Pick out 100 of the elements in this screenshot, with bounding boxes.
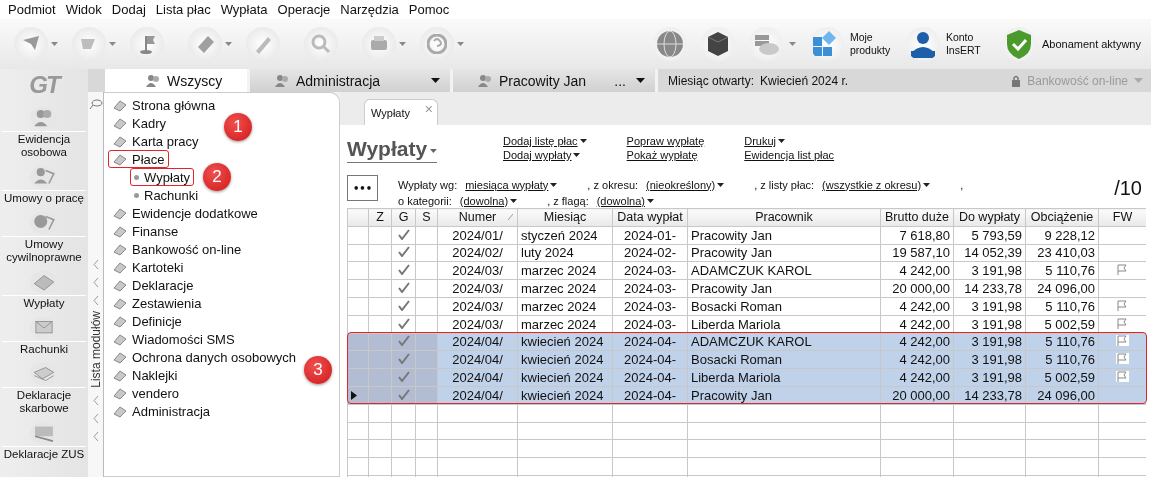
module-shortcut[interactable]: Rachunki — [0, 315, 88, 356]
table-cell: luty 2024 — [521, 245, 574, 261]
tree-item[interactable]: Rachunki — [130, 186, 203, 204]
table-cell: 19 587,10 — [892, 245, 950, 261]
tree-item[interactable]: Finanse — [108, 222, 183, 240]
filter-dropdown[interactable]: (nieokreślony) — [646, 178, 725, 191]
table-cell: Liberda Mariola — [691, 316, 781, 332]
table-row[interactable]: 2024/04/ kwiecień 2024 2024-04- Bosacki Roman 4 242,00 3 191,98 5 110,76 — [347, 350, 1146, 369]
shield-button[interactable]: Abonament aktywny — [1001, 27, 1141, 61]
column-header[interactable]: S — [415, 208, 438, 227]
menu-item[interactable]: Narzędzia — [336, 2, 405, 17]
menu-item[interactable]: Pomoc — [404, 2, 456, 17]
table-cell: marzec 2024 — [521, 281, 597, 297]
module-shortcut[interactable]: Deklaracje ZUS — [0, 420, 88, 461]
table-row[interactable]: 2024/03/ marzec 2024 2024-03- Bosacki Roman 4 242,00 3 191,98 5 110,76 — [347, 297, 1146, 316]
tree-item[interactable]: Ewidencje dodatkowe — [108, 204, 262, 222]
tree-item[interactable]: Zestawienia — [108, 294, 206, 312]
tree-item[interactable]: vendero — [108, 384, 183, 402]
table-cell: 20 000,00 — [892, 281, 950, 297]
module-icon — [112, 350, 127, 364]
tree-item[interactable]: Bankowość on-line — [108, 240, 246, 258]
table-cell: Bosacki Roman — [691, 352, 783, 368]
module-shortcut[interactable]: Umowy cywilnoprawne — [0, 210, 88, 264]
table-cell: 2024/04/ — [452, 370, 503, 386]
column-header[interactable]: Numer — [437, 208, 518, 227]
action-link[interactable]: Pokaż wypłatę — [626, 149, 705, 161]
column-header[interactable]: Z — [368, 208, 392, 227]
context-tab[interactable]: Wszyscy — [105, 69, 250, 92]
module-shortcut[interactable]: Umowy o pracę — [0, 164, 88, 205]
filter-dropdown[interactable]: miesiąca wypłaty — [465, 178, 558, 191]
magnifier-icon — [311, 34, 331, 54]
menu-item[interactable]: Dodaj — [107, 2, 152, 17]
table-cell: 2024-02- — [623, 245, 676, 261]
column-header[interactable]: Data wypłat — [612, 208, 688, 227]
tree-item[interactable]: Naklejki — [108, 366, 182, 384]
action-link[interactable]: Ewidencja list płac — [744, 149, 835, 161]
column-header[interactable]: G — [391, 208, 416, 227]
tree-item[interactable]: Strona główna — [108, 96, 220, 114]
table-cell: 2024/04/ — [452, 352, 503, 368]
table-cell: marzec 2024 — [521, 298, 597, 314]
tree-item[interactable]: Deklaracje — [108, 276, 198, 294]
table-cell: kwiecień 2024 — [521, 387, 604, 403]
table-cell: ADAMCZUK KAROL — [691, 263, 812, 279]
filter-dropdown[interactable]: (dowolna) — [459, 194, 518, 207]
context-tab[interactable]: Administracja — [250, 69, 453, 92]
table-cell: 5 110,76 — [1045, 352, 1095, 368]
module-icon — [112, 278, 127, 292]
column-header[interactable]: Miesiąc — [517, 208, 613, 227]
table-cell: Liberda Mariola — [691, 370, 781, 386]
menu-item[interactable]: Lista płac — [151, 2, 217, 17]
tree-item[interactable]: Karta pracy — [108, 132, 203, 150]
document-tab[interactable]: Wypłaty × — [364, 99, 438, 125]
account-button[interactable]: Konto InsERT — [905, 27, 988, 61]
column-header[interactable]: Do wypłaty — [953, 208, 1026, 227]
tree-item[interactable]: Płace — [108, 150, 169, 168]
menu-item[interactable]: Widok — [61, 2, 108, 17]
table-cell: 4 242,00 — [899, 334, 950, 350]
menu-item[interactable]: Podmiot — [4, 2, 62, 17]
table-row[interactable]: 2024/03/ marzec 2024 2024-03- Pracowity Jan 20 000,00 14 233,78 24 096,00 — [347, 279, 1146, 298]
tree-item[interactable]: Kartoteki — [108, 258, 188, 276]
filter-dropdown[interactable]: (wszystkie z okresu) — [822, 178, 931, 191]
table-cell: 4 242,00 — [899, 370, 950, 386]
module-icon — [112, 206, 127, 220]
action-link[interactable]: Popraw wypłatę — [626, 135, 705, 147]
tree-item[interactable]: Ochrona danych osobowych — [108, 348, 301, 366]
table-cell: 2024/01/ — [452, 227, 503, 243]
table-row[interactable]: 2024/02/ luty 2024 2024-02- Pracowity Jan 19 587,10 14 052,39 23 410,03 — [347, 244, 1146, 262]
action-link[interactable]: Dodaj listę płac — [503, 135, 587, 147]
tree-item[interactable]: Definicje — [108, 312, 186, 330]
filter-dropdown[interactable]: (dowolna) — [596, 194, 654, 207]
action-link[interactable]: Drukuj — [744, 135, 835, 147]
context-tab[interactable]: Pracowity Jan ... — [453, 69, 658, 92]
cloud-button[interactable] — [748, 27, 796, 61]
table-row[interactable]: 2024/01/ styczeń 2024 2024-01- Pracowity Jan 7 618,80 5 793,59 9 228,12 — [347, 226, 1146, 245]
tree-item[interactable]: Wypłaty — [130, 168, 195, 186]
caret-icon — [923, 182, 931, 187]
products-button[interactable]: Moje produkty — [809, 27, 892, 61]
table-row[interactable]: 2024/03/ marzec 2024 2024-03- Liberda Mariola 4 242,00 3 191,98 5 002,59 — [347, 315, 1146, 334]
tree-item[interactable]: Kadry — [108, 114, 170, 132]
column-header[interactable]: Brutto duże — [880, 208, 954, 227]
table-row[interactable]: 2024/03/ marzec 2024 2024-03- ADAMCZUK KAROL 4 242,00 3 191,98 5 110,76 — [347, 261, 1146, 280]
table-row[interactable]: 2024/04/ kwiecień 2024 2024-04- ADAMCZUK KAROL 4 242,00 3 191,98 5 110,76 — [347, 333, 1146, 351]
view-title[interactable]: Wypłaty — [347, 137, 437, 163]
table-row[interactable]: 2024/04/ kwiecień 2024 2024-04- Pracowity Jan 20 000,00 14 233,78 24 096,00 — [347, 386, 1146, 405]
module-shortcut[interactable]: Wypłaty — [0, 269, 88, 310]
bullet-icon — [134, 192, 139, 198]
action-link[interactable]: Dodaj wypłaty — [503, 149, 587, 161]
menu-item[interactable]: Operacje — [273, 2, 337, 17]
module-icon — [112, 332, 127, 346]
tree-item[interactable]: Wiadomości SMS — [108, 330, 239, 348]
tree-item[interactable]: Administracja — [108, 402, 215, 420]
more-button[interactable]: ••• — [347, 175, 378, 201]
menu-item[interactable]: Wypłata — [216, 2, 274, 17]
module-shortcut[interactable]: Deklaracje skarbowe — [0, 361, 88, 415]
column-header[interactable]: Obciążenie — [1025, 208, 1099, 227]
table-row[interactable]: 2024/04/ kwiecień 2024 2024-04- Liberda Mariola 4 242,00 3 191,98 5 002,59 — [347, 368, 1146, 387]
caret-icon — [647, 198, 654, 203]
column-header[interactable]: Pracownik — [687, 208, 881, 227]
column-header[interactable]: FW — [1098, 208, 1146, 227]
module-shortcut[interactable]: Ewidencja osobowa — [0, 105, 88, 159]
